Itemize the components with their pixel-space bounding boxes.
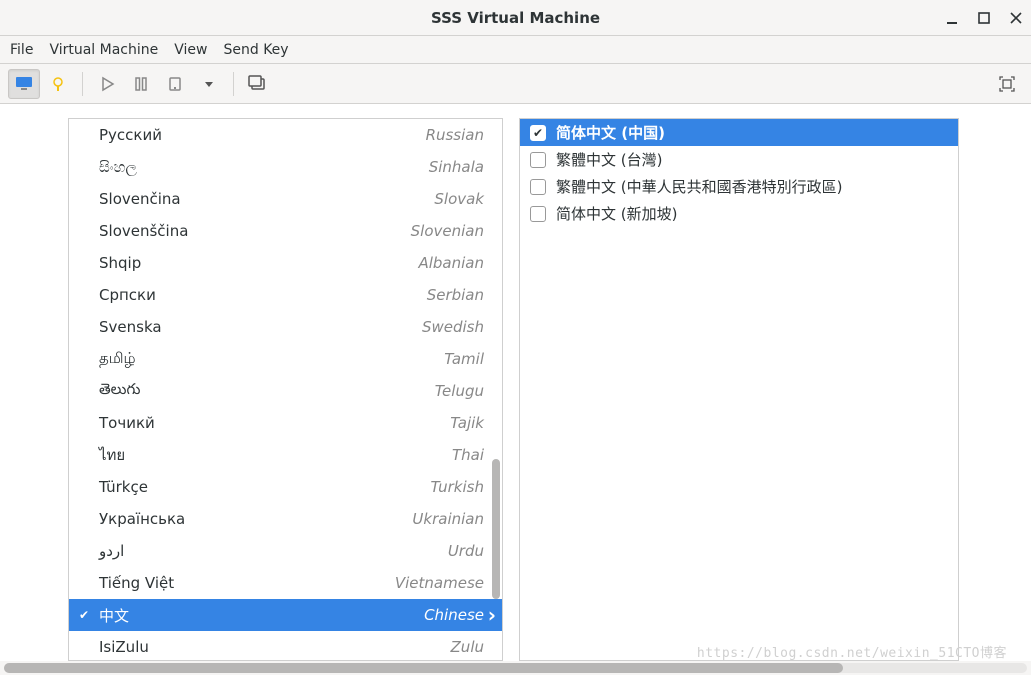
pause-button[interactable] <box>125 69 157 99</box>
language-row[interactable]: IsiZulu Zulu <box>69 631 502 660</box>
language-row[interactable]: ไทย Thai <box>69 439 502 471</box>
language-row[interactable]: සිංහල Sinhala <box>69 151 502 183</box>
locale-row[interactable]: 简体中文 (中国) <box>520 119 958 146</box>
menubar: File Virtual Machine View Send Key <box>0 36 1031 64</box>
language-english-label: Chinese <box>424 606 484 624</box>
window-title: SSS Virtual Machine <box>431 9 600 27</box>
toolbar-separator <box>233 72 234 96</box>
toolbar <box>0 64 1031 104</box>
language-native-label: Точикй <box>99 414 155 432</box>
locale-list-panel: 简体中文 (中国) 繁體中文 (台灣) 繁體中文 (中華人民共和國香港特別行政區) 简… <box>519 118 959 661</box>
menu-send-key[interactable]: Send Key <box>223 42 288 58</box>
locale-row[interactable]: 简体中文 (新加坡) <box>520 200 958 227</box>
language-english-label: Telugu <box>435 382 484 400</box>
language-native-label: Српски <box>99 286 156 304</box>
titlebar: SSS Virtual Machine <box>0 0 1031 36</box>
horizontal-scrollbar-thumb[interactable] <box>4 663 843 673</box>
language-native-label: తెలుగు <box>99 380 140 402</box>
menu-file[interactable]: File <box>10 42 33 58</box>
locale-checkbox[interactable] <box>530 152 546 168</box>
locale-checkbox[interactable] <box>530 125 546 141</box>
language-row[interactable]: Slovenščina Slovenian <box>69 215 502 247</box>
menu-view[interactable]: View <box>174 42 207 58</box>
language-english-label: Slovenian <box>411 222 484 240</box>
language-row[interactable]: Svenska Swedish <box>69 311 502 343</box>
language-native-label: Shqip <box>99 254 141 272</box>
details-view-button[interactable] <box>42 69 74 99</box>
locale-label: 繁體中文 (中華人民共和國香港特別行政區) <box>556 176 842 197</box>
minimize-icon[interactable] <box>945 11 959 25</box>
language-native-label: Українська <box>99 510 185 528</box>
language-row[interactable]: தமிழ் Tamil <box>69 343 502 375</box>
language-list[interactable]: РусскийRussianසිංහලSinhalaSlovenčinaSlov… <box>69 119 502 660</box>
language-native-label: Slovenščina <box>99 222 188 240</box>
locale-label: 简体中文 (中国) <box>556 122 665 143</box>
language-row[interactable]: Shqip Albanian <box>69 247 502 279</box>
language-native-label: Русский <box>99 126 162 144</box>
language-english-label: Zulu <box>451 638 484 656</box>
scrollbar-thumb[interactable] <box>492 459 500 599</box>
language-row[interactable]: తెలుగు Telugu <box>69 375 502 407</box>
language-native-label: 中文 <box>99 605 129 626</box>
language-row[interactable]: اردو Urdu <box>69 535 502 567</box>
language-english-label: Russian <box>426 126 484 144</box>
locale-row[interactable]: 繁體中文 (中華人民共和國香港特別行政區) <box>520 173 958 200</box>
language-native-label: IsiZulu <box>99 638 149 656</box>
language-english-label: Vietnamese <box>395 574 484 592</box>
language-native-label: සිංහල <box>99 158 137 176</box>
language-english-label: Thai <box>452 446 484 464</box>
language-english-label: Swedish <box>422 318 484 336</box>
language-native-label: தமிழ் <box>99 349 136 369</box>
language-row[interactable]: Tiếng Việt Vietnamese <box>69 567 502 599</box>
language-english-label: Urdu <box>448 542 484 560</box>
watermark-text: https://blog.csdn.net/weixin_51CTO博客 <box>697 642 1007 661</box>
shutdown-menu-button[interactable] <box>193 69 225 99</box>
locale-checkbox[interactable] <box>530 206 546 222</box>
language-english-label: Ukrainian <box>412 510 484 528</box>
language-list-panel: РусскийRussianසිංහලSinhalaSlovenčinaSlov… <box>68 118 503 661</box>
language-native-label: Slovenčina <box>99 190 181 208</box>
locale-label: 简体中文 (新加坡) <box>556 203 677 224</box>
locale-list[interactable]: 简体中文 (中国) 繁體中文 (台灣) 繁體中文 (中華人民共和國香港特別行政區) 简… <box>520 119 958 227</box>
language-row[interactable]: Türkçe Turkish <box>69 471 502 503</box>
language-row[interactable]: Точикй Tajik <box>69 407 502 439</box>
language-english-label: Tamil <box>444 350 484 368</box>
language-native-label: Tiếng Việt <box>99 574 174 592</box>
language-row[interactable]: Slovenčina Slovak <box>69 183 502 215</box>
language-row[interactable]: Српски Serbian <box>69 279 502 311</box>
language-native-label: ไทย <box>99 443 125 467</box>
language-native-label: اردو <box>99 542 124 560</box>
toolbar-separator <box>82 72 83 96</box>
fullscreen-button[interactable] <box>991 69 1023 99</box>
content-area: РусскийRussianසිංහලSinhalaSlovenčinaSlov… <box>0 104 1031 661</box>
locale-row[interactable]: 繁體中文 (台灣) <box>520 146 958 173</box>
console-view-button[interactable] <box>8 69 40 99</box>
language-english-label: Slovak <box>434 190 484 208</box>
play-button[interactable] <box>91 69 123 99</box>
language-row[interactable]: Русский Russian <box>69 119 502 151</box>
menu-virtual-machine[interactable]: Virtual Machine <box>49 42 158 58</box>
window-controls <box>945 11 1023 25</box>
horizontal-scrollbar[interactable] <box>4 663 1027 673</box>
close-icon[interactable] <box>1009 11 1023 25</box>
snapshot-button[interactable] <box>242 69 274 99</box>
language-native-label: Türkçe <box>99 478 148 496</box>
maximize-icon[interactable] <box>977 11 991 25</box>
locale-checkbox[interactable] <box>530 179 546 195</box>
language-english-label: Sinhala <box>429 158 484 176</box>
language-english-label: Albanian <box>418 254 484 272</box>
locale-label: 繁體中文 (台灣) <box>556 149 662 170</box>
language-english-label: Serbian <box>427 286 484 304</box>
language-english-label: Tajik <box>450 414 484 432</box>
language-native-label: Svenska <box>99 318 162 336</box>
language-row[interactable]: 中文 Chinese <box>69 599 502 631</box>
language-row[interactable]: Українська Ukrainian <box>69 503 502 535</box>
shutdown-button[interactable] <box>159 69 191 99</box>
language-english-label: Turkish <box>430 478 484 496</box>
